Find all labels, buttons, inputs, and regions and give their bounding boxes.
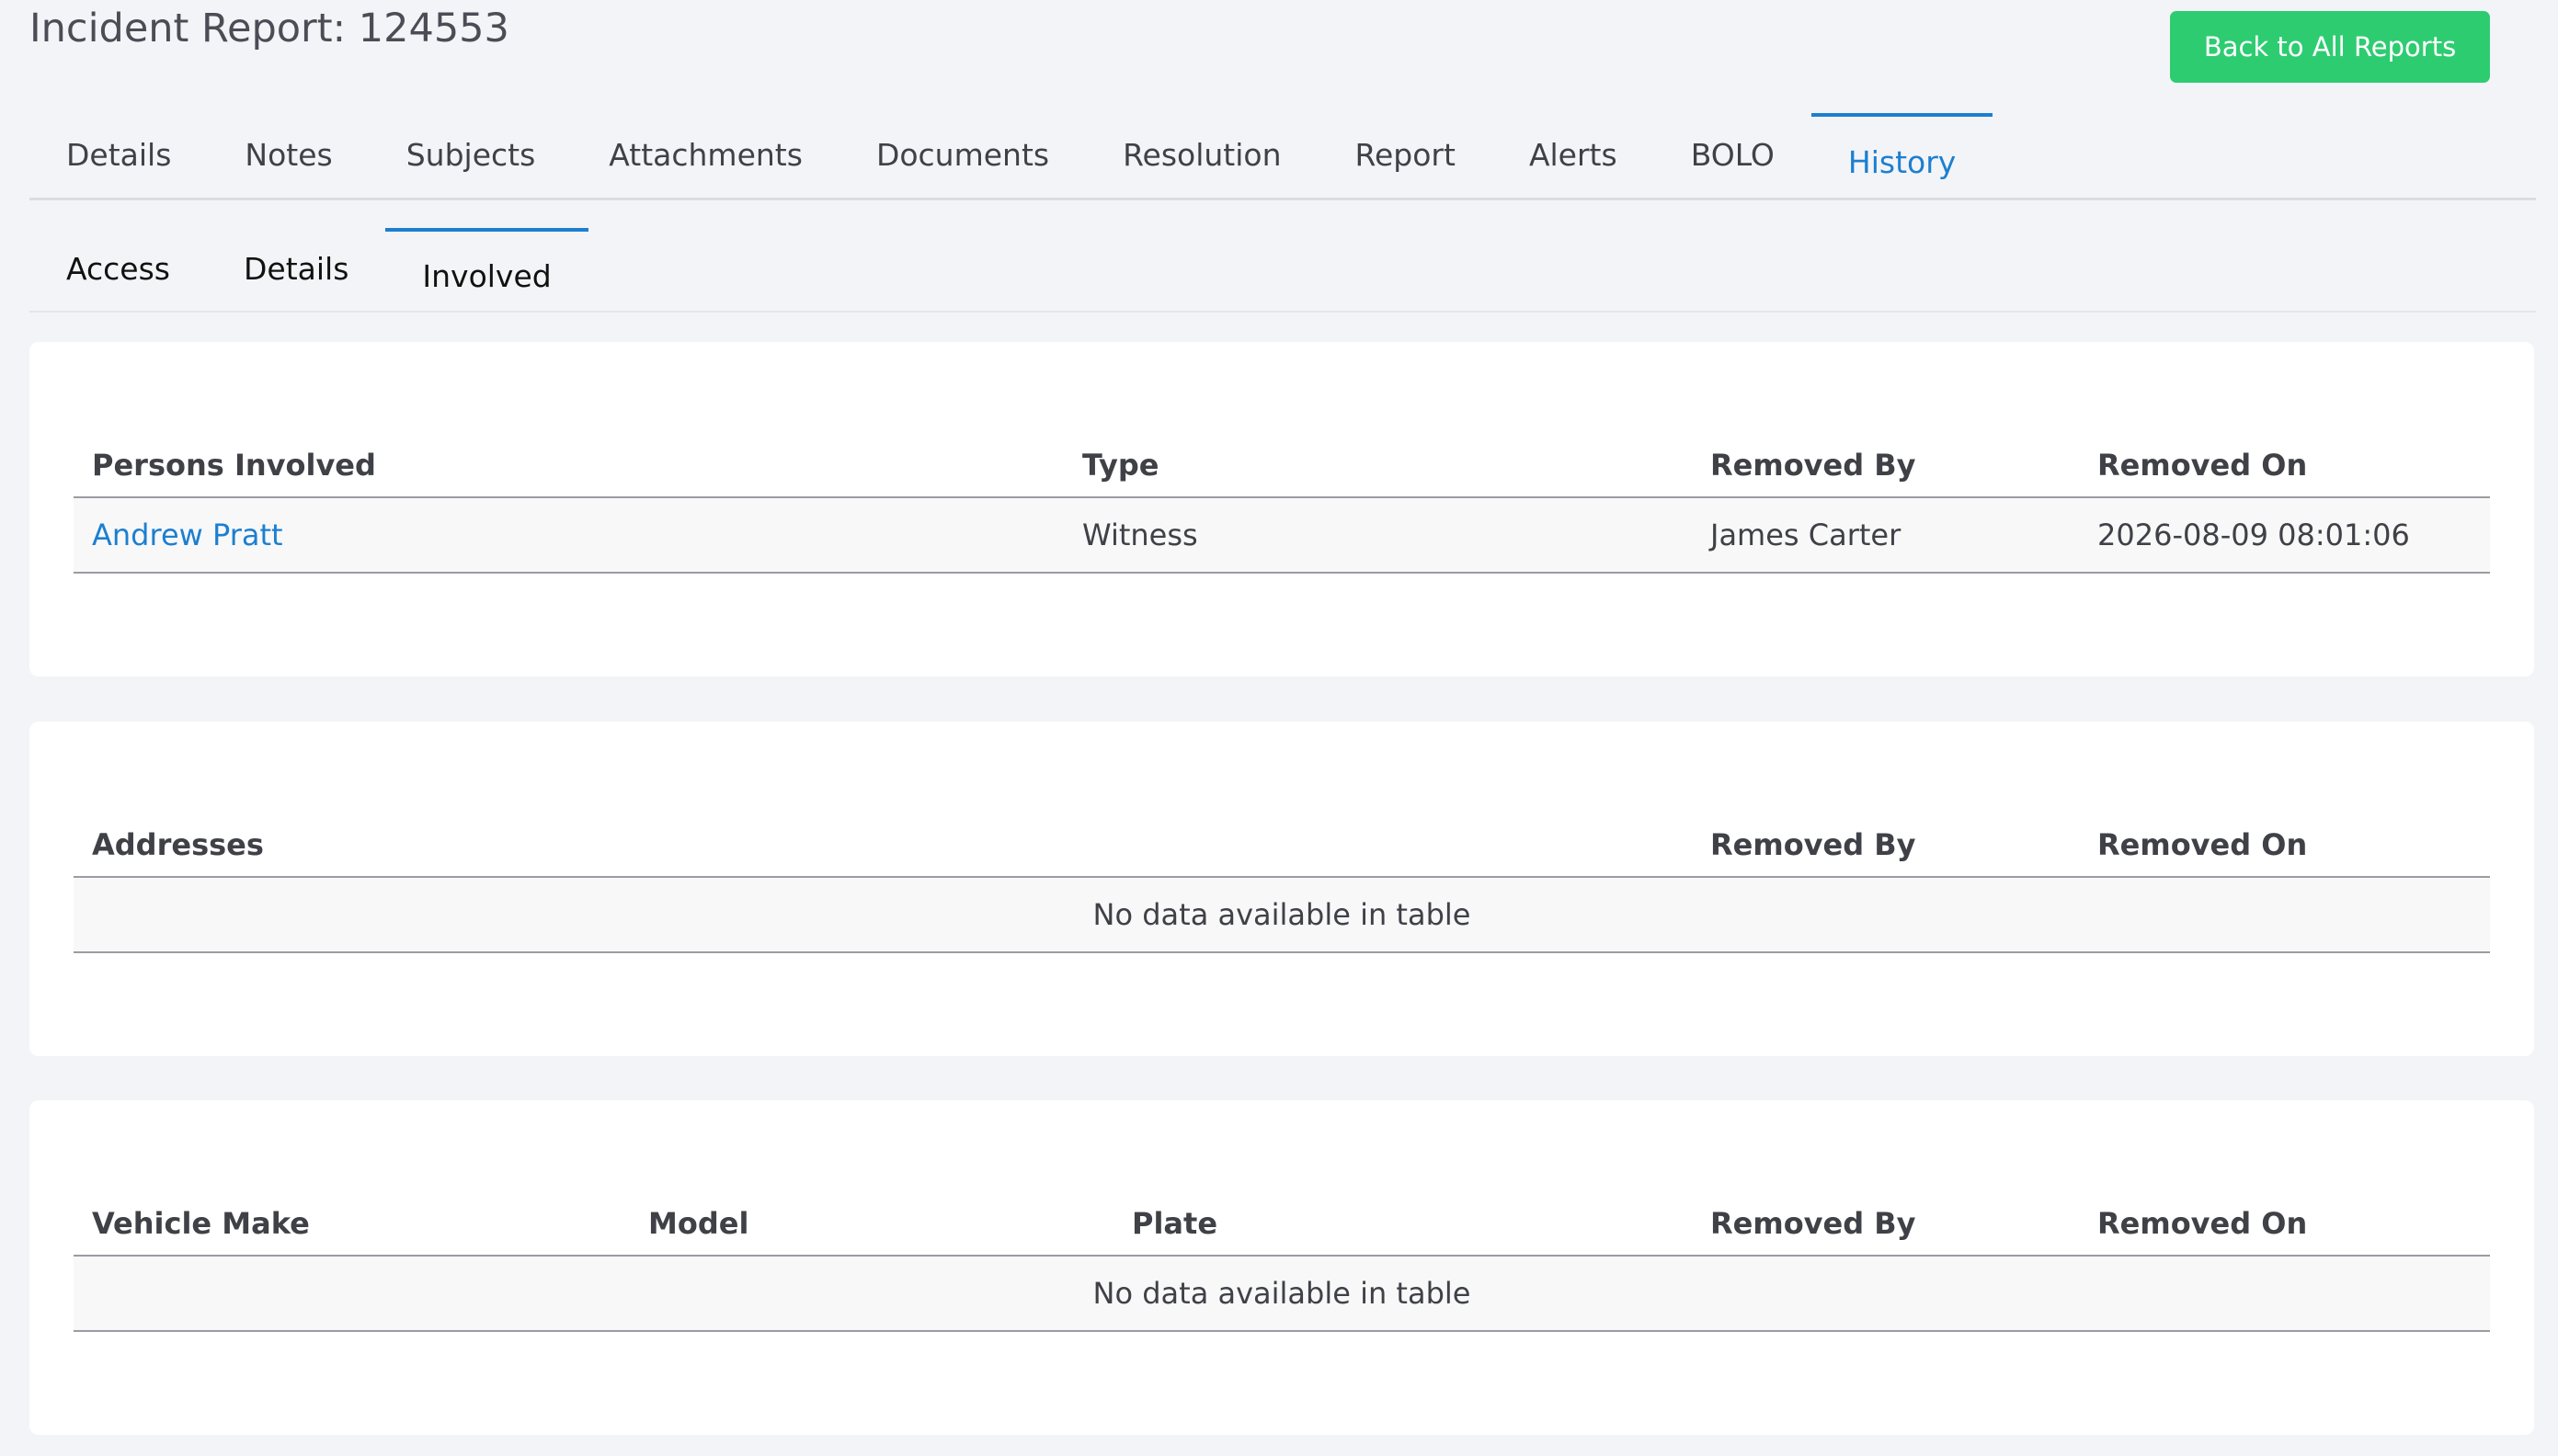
column-header-plate[interactable]: Plate <box>1113 1192 1692 1257</box>
addresses-panel: Addresses Removed By Removed On No data … <box>29 722 2534 1056</box>
back-to-all-reports-button[interactable]: Back to All Reports <box>2170 11 2490 83</box>
tab-alerts[interactable]: Alerts <box>1492 113 1654 198</box>
tab-subjects[interactable]: Subjects <box>370 113 573 198</box>
removed-on-cell: 2026-08-09 08:01:06 <box>2079 497 2490 574</box>
table-header-row: Vehicle Make Model Plate Removed By Remo… <box>74 1192 2490 1257</box>
addresses-table: Addresses Removed By Removed On No data … <box>74 813 2490 953</box>
page-title: Incident Report: 124553 <box>29 6 509 51</box>
column-header-removed-on[interactable]: Removed On <box>2079 434 2490 498</box>
table-row: Andrew Pratt Witness James Carter 2026-0… <box>74 497 2490 574</box>
persons-involved-panel: Persons Involved Type Removed By Removed… <box>29 342 2534 677</box>
incident-report-page: Incident Report: 124553 Back to All Repo… <box>0 0 2558 1456</box>
subtab-involved[interactable]: Involved <box>385 228 588 311</box>
column-header-removed-on[interactable]: Removed On <box>2079 813 2490 878</box>
tab-history[interactable]: History <box>1810 113 1993 198</box>
tab-resolution[interactable]: Resolution <box>1086 113 1318 198</box>
empty-table-message: No data available in table <box>74 1256 2490 1332</box>
subtab-details[interactable]: Details <box>207 228 385 311</box>
table-row-empty: No data available in table <box>74 1256 2490 1332</box>
column-header-removed-on[interactable]: Removed On <box>2079 1192 2490 1257</box>
report-tabs: Details Notes Subjects Attachments Docum… <box>29 113 2536 200</box>
vehicles-table: Vehicle Make Model Plate Removed By Remo… <box>74 1192 2490 1332</box>
column-header-persons-involved[interactable]: Persons Involved <box>74 434 1064 498</box>
tab-details[interactable]: Details <box>29 113 208 198</box>
history-subtabs: Access Details Involved <box>29 228 2536 313</box>
column-header-vehicle-make[interactable]: Vehicle Make <box>74 1192 630 1257</box>
table-header-row: Persons Involved Type Removed By Removed… <box>74 434 2490 498</box>
tab-report[interactable]: Report <box>1319 113 1492 198</box>
person-cell: Andrew Pratt <box>74 497 1064 574</box>
table-header-row: Addresses Removed By Removed On <box>74 813 2490 878</box>
column-header-model[interactable]: Model <box>630 1192 1113 1257</box>
column-header-type[interactable]: Type <box>1064 434 1692 498</box>
vehicles-panel: Vehicle Make Model Plate Removed By Remo… <box>29 1100 2534 1435</box>
tab-notes[interactable]: Notes <box>208 113 369 198</box>
subtab-access[interactable]: Access <box>29 228 207 311</box>
table-row-empty: No data available in table <box>74 877 2490 953</box>
persons-involved-table: Persons Involved Type Removed By Removed… <box>74 434 2490 574</box>
column-header-addresses[interactable]: Addresses <box>74 813 1692 878</box>
person-link[interactable]: Andrew Pratt <box>92 518 283 552</box>
removed-by-cell: James Carter <box>1692 497 2079 574</box>
column-header-removed-by[interactable]: Removed By <box>1692 1192 2079 1257</box>
tab-attachments[interactable]: Attachments <box>572 113 839 198</box>
column-header-removed-by[interactable]: Removed By <box>1692 813 2079 878</box>
tab-bolo[interactable]: BOLO <box>1654 113 1811 198</box>
type-cell: Witness <box>1064 497 1692 574</box>
empty-table-message: No data available in table <box>74 877 2490 953</box>
column-header-removed-by[interactable]: Removed By <box>1692 434 2079 498</box>
tab-documents[interactable]: Documents <box>839 113 1086 198</box>
